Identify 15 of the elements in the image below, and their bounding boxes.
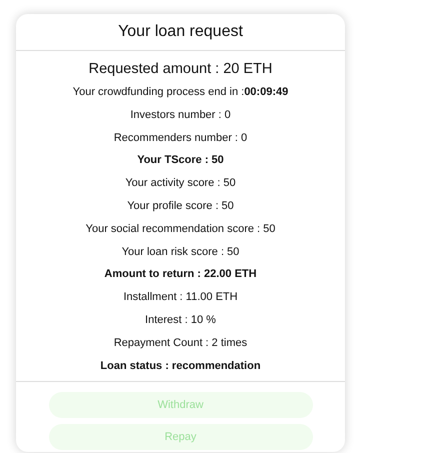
info-line: Repayment Count : 2 times bbox=[114, 336, 248, 351]
info-line: Your profile score : 50 bbox=[127, 198, 234, 214]
info-line: Installment : 11.00 ETH bbox=[123, 290, 238, 306]
info-line: Amount to return : 22.00 ETH bbox=[104, 267, 257, 282]
info-line: Interest : 10 % bbox=[145, 312, 216, 328]
info-line: Loan status : recommendation bbox=[100, 358, 261, 374]
card-title: Your loan request bbox=[118, 23, 243, 41]
info-line: Your social recommendation score : 50 bbox=[86, 222, 276, 237]
info-line: Your loan risk score : 50 bbox=[122, 244, 240, 260]
info-line: Your TScore : 50 bbox=[137, 153, 224, 168]
info-line: Your activity score : 50 bbox=[125, 176, 236, 192]
amount-heading: Requested amount : 20 ETH bbox=[88, 60, 272, 79]
info-line: Your crowdfunding process end in :00:09:49 bbox=[72, 85, 288, 100]
info-line: Recommenders number : 0 bbox=[114, 130, 248, 146]
info-line: Investors number : 0 bbox=[130, 108, 231, 123]
